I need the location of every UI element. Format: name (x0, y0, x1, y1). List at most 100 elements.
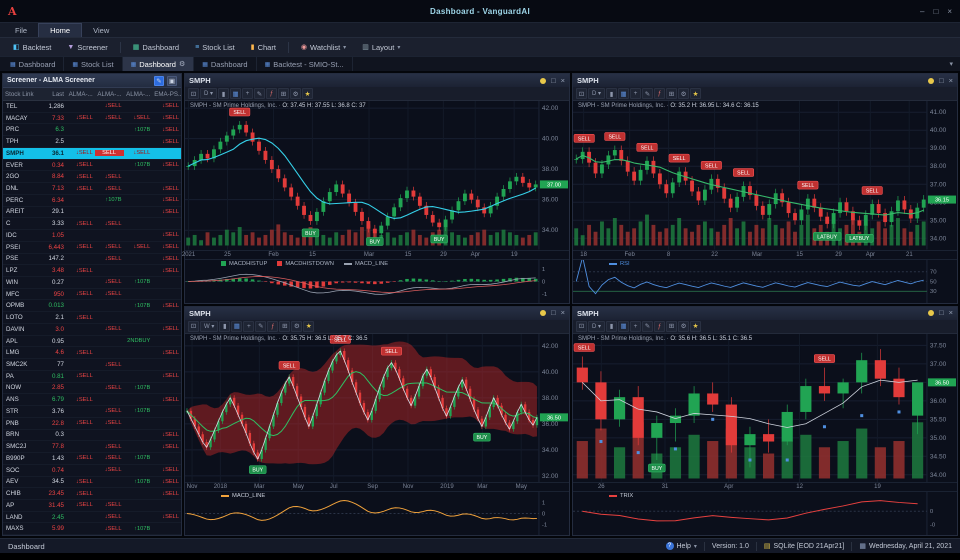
indicator-chart-svg[interactable]: 705030 (573, 260, 957, 303)
stock-link[interactable]: PERC (3, 197, 39, 204)
table-row-smc2k[interactable]: SMC2K77↓SELL (3, 359, 181, 371)
stock-link[interactable]: WIN (3, 279, 39, 286)
table-row-pa[interactable]: PA0.81↓SELL↓SELL (3, 371, 181, 383)
close-button[interactable]: × (949, 309, 953, 317)
indicators-icon[interactable]: ƒ (267, 321, 278, 332)
tab-stock-list[interactable]: ▦Stock List (64, 57, 122, 71)
crosshair-icon[interactable]: + (243, 321, 254, 332)
stock-link[interactable]: TEL (3, 103, 39, 110)
stock-link[interactable]: B990P (3, 455, 39, 462)
stock-link[interactable]: STR (3, 408, 39, 415)
table-row-mfc[interactable]: MFC950↓SELL↓SELL (3, 289, 181, 301)
indicator-pane[interactable]: 10-1MACD_LINE (185, 491, 569, 535)
grid-layout-icon[interactable]: ▦ (618, 88, 629, 99)
table-row-ap[interactable]: AP31.45↓SELL↓SELL (3, 500, 181, 512)
pin-icon[interactable]: ▣ (167, 76, 177, 86)
link-icon[interactable]: ⊡ (188, 88, 199, 99)
table-row-pse[interactable]: PSE147.2↓SELL↓SELL (3, 254, 181, 266)
stock-link[interactable]: 2GO (3, 173, 39, 180)
toolbar-button-backtest[interactable]: ◧Backtest (6, 40, 58, 55)
drawings-icon[interactable]: ✎ (642, 88, 653, 99)
chart-type-icon[interactable]: ▮ (606, 321, 617, 332)
compare-icon[interactable]: ⊞ (279, 321, 290, 332)
stock-link[interactable]: SMC2K (3, 361, 39, 368)
table-row-tel[interactable]: TEL1,286↓SELL↓SELL (3, 101, 181, 113)
close-button[interactable]: × (561, 309, 565, 317)
menu-item-file[interactable]: File (4, 23, 38, 37)
stock-link[interactable]: PSEI (3, 244, 39, 251)
stock-link[interactable]: LMG (3, 349, 39, 356)
interval-dropdown[interactable]: W ▾ (200, 321, 218, 332)
tab-backtest-smio-st[interactable]: ▦Backtest - SMIO-St... (257, 57, 353, 71)
stock-link[interactable]: OPMB (3, 302, 39, 309)
stock-link[interactable]: PSE (3, 255, 39, 262)
column-header-3[interactable]: ALMA-... (95, 91, 124, 98)
price-chart-svg[interactable]: 37.5037.0036.5036.0035.5035.0034.5034.00… (573, 334, 957, 483)
maximize-button[interactable]: □ (933, 7, 938, 16)
price-chart-svg[interactable]: 42.0040.0038.0036.0034.00SELLBUYBUYBUY37… (185, 101, 569, 250)
settings-icon[interactable]: ⚙ (291, 321, 302, 332)
chart-panel-header[interactable]: SMPH□× (573, 74, 957, 87)
table-row-lpz[interactable]: LPZ3.48↓SELL↓SELL (3, 265, 181, 277)
column-header-0[interactable]: Stock Link (3, 91, 39, 98)
stock-link[interactable]: PRC (3, 126, 39, 133)
table-row-chib[interactable]: CHIB23.45↓SELL↓SELL (3, 488, 181, 500)
interval-dropdown[interactable]: D ▾ (588, 88, 605, 99)
stock-link[interactable]: SMC2J (3, 443, 39, 450)
stock-link[interactable]: PA (3, 373, 39, 380)
price-chart-svg[interactable]: 41.0040.0039.0038.0037.0036.0035.0034.00… (573, 101, 957, 250)
stock-link[interactable]: MFC (3, 291, 39, 298)
table-row-ans[interactable]: ANS6.79↓SELL↓SELL (3, 394, 181, 406)
tab-dashboard[interactable]: ▦Dashboard⚙ (123, 57, 195, 71)
maximize-button[interactable]: □ (551, 309, 556, 317)
interval-dropdown[interactable]: D ▾ (588, 321, 605, 332)
link-group-dot[interactable] (540, 310, 546, 316)
table-row-smc2j[interactable]: SMC2J77.8↓SELL↓SELL (3, 441, 181, 453)
chart-panel-header[interactable]: SMPH□× (185, 307, 569, 320)
table-row-b990p[interactable]: B990P1.43↓SELL↓SELL↑107B (3, 453, 181, 465)
stock-link[interactable]: APL (3, 338, 39, 345)
table-row-land[interactable]: LAND2.45↓SELL↓SELL (3, 512, 181, 524)
stock-link[interactable]: CHIB (3, 490, 39, 497)
table-row-idc[interactable]: IDC1.05↓SELL (3, 230, 181, 242)
stock-link[interactable]: C (3, 220, 39, 227)
toolbar-button-watchlist[interactable]: ◉Watchlist▾ (294, 40, 353, 55)
stock-link[interactable]: AP (3, 502, 39, 509)
price-chart-svg[interactable]: 42.0040.0038.0036.0034.0032.00BUYSELLSEL… (185, 334, 569, 483)
indicator-pane[interactable]: 10-1MACDHISTUPMACDHISTDOWNMACD_LINE (185, 259, 569, 303)
table-row-c[interactable]: C3.33↓SELL↓SELL (3, 218, 181, 230)
table-row-now[interactable]: NOW2.85↓SELL↑107B (3, 383, 181, 395)
table-row-maxs[interactable]: MAXS5.99↓SELL↑107B (3, 523, 181, 535)
tab-dashboard[interactable]: ▦Dashboard (194, 57, 256, 71)
stock-link[interactable]: LOTO (3, 314, 39, 321)
toolbar-button-screener[interactable]: ▼Screener (60, 40, 114, 55)
stock-link[interactable]: BRN (3, 431, 39, 438)
link-icon[interactable]: ⊡ (576, 321, 587, 332)
maximize-button[interactable]: □ (939, 309, 944, 317)
status-help[interactable]: ?Help▾ (666, 542, 697, 550)
maximize-button[interactable]: □ (939, 77, 944, 85)
grid-layout-icon[interactable]: ▦ (618, 321, 629, 332)
stock-link[interactable]: IDC (3, 232, 39, 239)
drawings-icon[interactable]: ✎ (255, 321, 266, 332)
menu-item-view[interactable]: View (82, 23, 120, 37)
column-header-2[interactable]: ALMA-... (66, 91, 95, 98)
link-icon[interactable]: ⊡ (188, 321, 199, 332)
table-row-brn[interactable]: BRN0.3↓SELL (3, 430, 181, 442)
candlestick-chart[interactable]: 42.0040.0038.0036.0034.0032.00BUYSELLSEL… (185, 334, 569, 483)
magic-icon[interactable]: ★ (690, 88, 701, 99)
stock-link[interactable]: NOW (3, 384, 39, 391)
table-row-tph[interactable]: TPH2.5↓SELL (3, 136, 181, 148)
link-group-dot[interactable] (928, 78, 934, 84)
table-row-apl[interactable]: APL0.952NDBUY (3, 336, 181, 348)
stock-link[interactable]: LPZ (3, 267, 39, 274)
table-row-2go[interactable]: 2GO8.84↓SELL↓SELL (3, 171, 181, 183)
indicators-icon[interactable]: ƒ (654, 321, 665, 332)
stock-link[interactable]: MAXS (3, 525, 39, 532)
stock-link[interactable]: AEV (3, 478, 39, 485)
tab-overflow-icon[interactable]: ▾ (942, 57, 960, 71)
crosshair-icon[interactable]: + (630, 321, 641, 332)
toolbar-button-dashboard[interactable]: ▦Dashboard (126, 40, 186, 55)
crosshair-icon[interactable]: + (242, 88, 253, 99)
table-row-macay[interactable]: MACAY7.33↓SELL↓SELL↓SELL↓SELL (3, 113, 181, 125)
